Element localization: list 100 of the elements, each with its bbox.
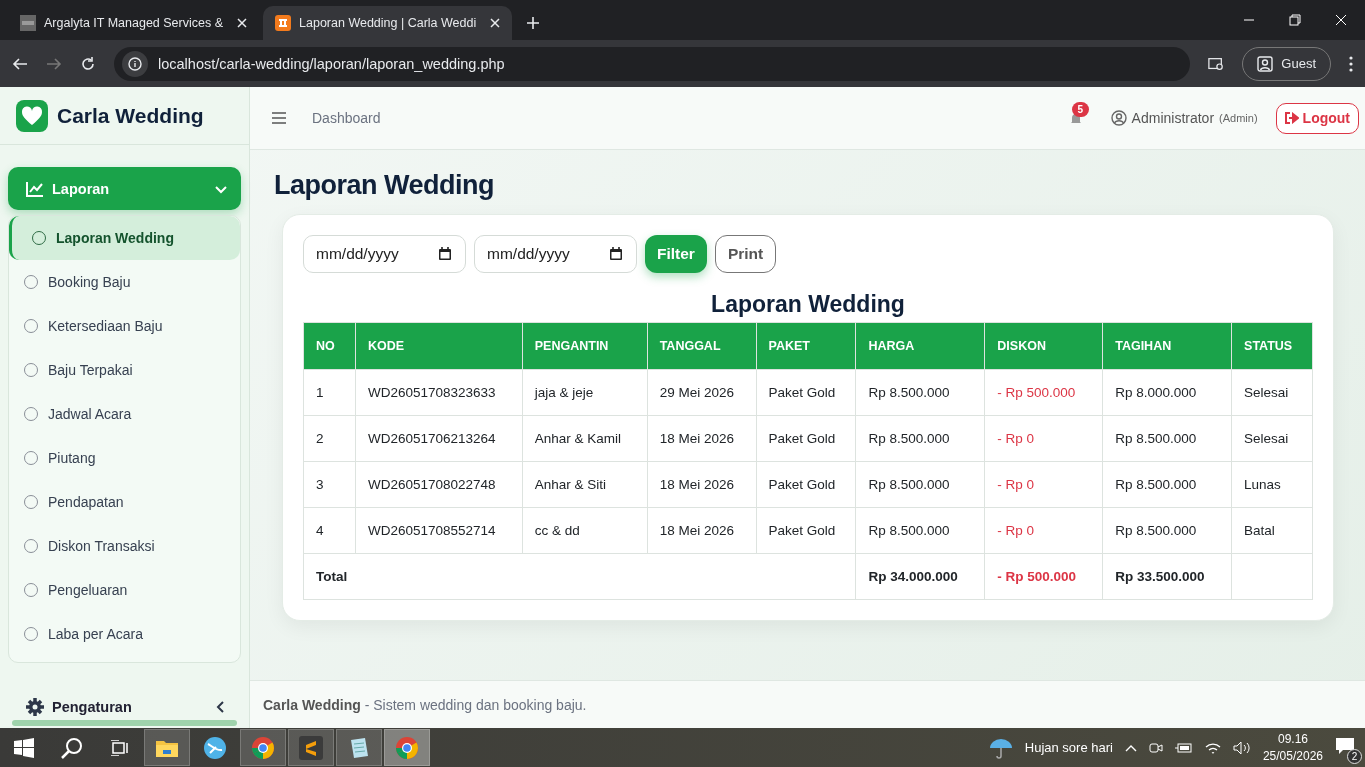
back-icon[interactable]	[12, 55, 28, 72]
address-bar[interactable]: localhost/carla-wedding/laporan/laporan_wedding.php	[114, 46, 1191, 81]
column-header: DISKON	[984, 322, 1103, 370]
submenu-item[interactable]: Jadwal Acara	[9, 392, 240, 436]
menu-icon[interactable]	[272, 112, 286, 124]
submenu-item[interactable]: Laba per Acara	[9, 612, 240, 656]
restore-icon[interactable]	[1289, 14, 1301, 26]
notification-count: 2	[1347, 748, 1362, 764]
calendar-icon[interactable]	[609, 247, 623, 261]
close-icon[interactable]	[237, 18, 248, 28]
table-cell: Rp 8.500.000	[855, 507, 985, 554]
reload-icon[interactable]	[80, 55, 96, 72]
submenu-item[interactable]: Pendapatan	[9, 480, 240, 524]
taskbar-app[interactable]	[288, 729, 334, 766]
table-cell: WD26051708552714	[355, 507, 523, 554]
user-role: (Admin)	[1219, 112, 1258, 124]
table-cell: Paket Gold	[756, 461, 856, 508]
user-name[interactable]: Administrator	[1131, 110, 1215, 126]
submenu-item[interactable]: Pengeluaran	[9, 568, 240, 612]
table-cell: 18 Mei 2026	[647, 507, 757, 554]
date-field[interactable]: mm/dd/yyyy	[474, 235, 637, 273]
report-title: Laporan Wedding	[710, 291, 906, 318]
submenu-item[interactable]: Ketersediaan Baju	[9, 304, 240, 348]
scrollbar[interactable]	[12, 720, 237, 726]
breadcrumb-link[interactable]: Dashboard	[312, 110, 381, 126]
calendar-icon[interactable]	[438, 247, 452, 261]
taskbar-app[interactable]	[144, 729, 190, 766]
browser-tab[interactable]: Laporan Wedding | Carla Weddi	[263, 6, 513, 40]
browser-tab[interactable]: Argalyta IT Managed Services &	[8, 6, 260, 40]
heart-icon	[21, 105, 43, 126]
table-cell: jaja & jeje	[522, 369, 648, 416]
table-cell: - Rp 0	[984, 461, 1103, 508]
taskbar-app[interactable]	[336, 729, 382, 766]
footer-text: Carla Wedding - Sistem wedding dan booking baju.	[263, 696, 587, 713]
table-cell: Rp 34.000.000	[855, 553, 985, 600]
menu-item[interactable]: Pengaturan	[8, 685, 241, 728]
table-cell: Rp 8.500.000	[855, 369, 985, 416]
brand-name: Carla Wedding	[57, 103, 204, 128]
editor-icon	[299, 735, 323, 760]
task-view-icon[interactable]	[111, 739, 129, 756]
table-cell: Rp 8.500.000	[1102, 415, 1232, 462]
notification-badge: 5	[1071, 102, 1090, 117]
camera-icon[interactable]	[1148, 740, 1163, 755]
battery-icon[interactable]	[1174, 741, 1193, 754]
submenu-item[interactable]: Piutang	[9, 436, 240, 480]
chrome-icon	[395, 735, 419, 760]
gear-icon	[26, 697, 44, 716]
clock-date[interactable]: 25/05/2026	[1262, 747, 1323, 765]
chevron-left-icon	[215, 700, 227, 713]
table-cell: Selesai	[1231, 369, 1313, 416]
person-icon	[1257, 55, 1274, 72]
clock-time[interactable]: 09.16	[1277, 730, 1308, 748]
column-header: TANGGAL	[647, 322, 757, 370]
windows-icon[interactable]	[14, 737, 34, 758]
submenu-item[interactable]: Diskon Transaksi	[9, 524, 240, 568]
print-button[interactable]: Print	[714, 235, 777, 273]
column-header: HARGA	[855, 322, 985, 370]
logout-button[interactable]: Logout	[1275, 102, 1359, 134]
info-icon[interactable]	[128, 56, 142, 71]
table-cell: 4	[303, 507, 356, 554]
table-cell: Rp 8.500.000	[1102, 507, 1232, 554]
table-cell: Rp 8.500.000	[1102, 461, 1232, 508]
date-field[interactable]: mm/dd/yyyy	[303, 235, 466, 273]
page-title: Laporan Wedding	[274, 170, 495, 201]
column-header: NO	[303, 322, 356, 370]
table-cell: - Rp 0	[984, 507, 1103, 554]
chrome-icon	[251, 735, 275, 760]
submenu-item[interactable]: Baju Terpakai	[9, 348, 240, 392]
chevron-up-icon[interactable]	[1124, 743, 1137, 752]
forward-icon[interactable]	[46, 55, 62, 72]
table-cell: Anhar & Kamil	[522, 415, 648, 462]
table-cell: WD26051708022748	[355, 461, 523, 508]
table-cell: Rp 8.500.000	[855, 461, 985, 508]
table-cell: 3	[303, 461, 356, 508]
table-cell: Paket Gold	[756, 369, 856, 416]
site-icon	[20, 15, 36, 31]
table-cell: 2	[303, 415, 356, 462]
table-cell: - Rp 0	[984, 415, 1103, 462]
search-icon[interactable]	[61, 736, 83, 759]
table-cell: Paket Gold	[756, 507, 856, 554]
table-cell: Total	[303, 553, 856, 600]
new-tab-icon[interactable]	[526, 16, 541, 30]
weather-text[interactable]: Hujan sore hari	[1024, 740, 1113, 755]
table-cell: Lunas	[1231, 461, 1313, 508]
table-cell: Rp 8.500.000	[855, 415, 985, 462]
column-header: TAGIHAN	[1102, 322, 1232, 370]
user-icon	[1110, 110, 1127, 126]
table-cell: Rp 33.500.000	[1102, 553, 1232, 600]
screen-search-icon[interactable]	[1208, 55, 1225, 72]
table-cell: - Rp 500.000	[984, 369, 1103, 416]
submenu-item[interactable]: Booking Baju	[9, 260, 240, 304]
column-header: PENGANTIN	[522, 322, 648, 370]
table-cell: Selesai	[1231, 415, 1313, 462]
column-header: STATUS	[1231, 322, 1313, 370]
more-icon[interactable]	[1349, 55, 1353, 72]
close-icon[interactable]	[490, 18, 501, 28]
table-cell: - Rp 500.000	[984, 553, 1103, 600]
speaker-icon[interactable]	[1232, 740, 1251, 755]
submenu-item[interactable]: Laporan Wedding	[9, 216, 240, 260]
table-cell: Paket Gold	[756, 415, 856, 462]
